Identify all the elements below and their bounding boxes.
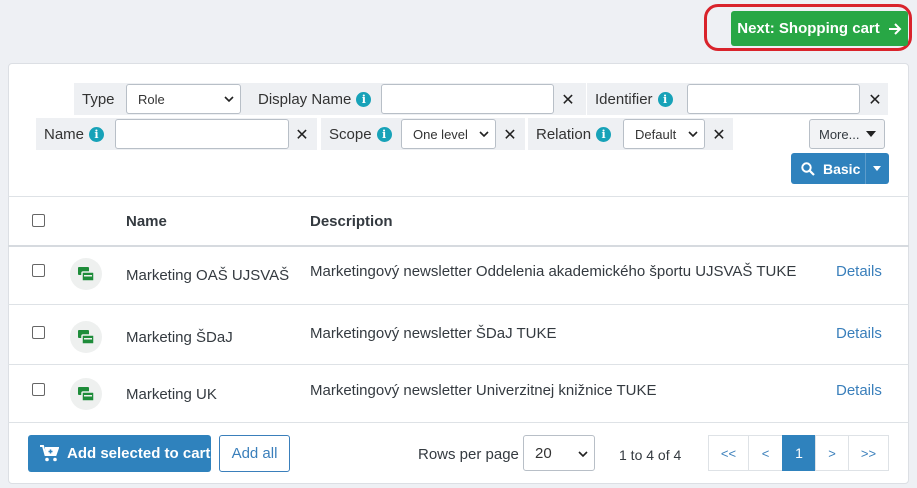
- info-icon[interactable]: i: [596, 126, 612, 142]
- role-icon: [70, 258, 102, 290]
- row-name: Marketing UK: [126, 386, 217, 403]
- more-filters-button[interactable]: More...: [809, 119, 885, 149]
- clear-scope-button[interactable]: ✕: [502, 125, 518, 145]
- details-link[interactable]: Details: [836, 325, 882, 342]
- search-icon: [801, 161, 815, 176]
- type-label: Type: [82, 90, 115, 108]
- last-page-button[interactable]: >>: [848, 435, 889, 471]
- clear-identifier-button[interactable]: ✕: [867, 90, 883, 110]
- cart-icon: [40, 445, 59, 462]
- divider: [8, 196, 909, 197]
- relation-label: Relation: [536, 125, 592, 143]
- select-all-checkbox[interactable]: [32, 214, 45, 227]
- header-divider: [8, 245, 909, 247]
- chevron-down-icon: [688, 131, 698, 138]
- chevron-down-icon: [479, 131, 489, 138]
- scope-select[interactable]: One level: [401, 119, 496, 149]
- info-icon[interactable]: i: [376, 126, 392, 142]
- caret-down-icon: [866, 131, 876, 137]
- name-input[interactable]: [115, 119, 289, 149]
- column-header-name[interactable]: Name: [126, 213, 167, 230]
- row-divider: [8, 364, 909, 365]
- row-description: Marketingový newsletter Oddelenia akadem…: [310, 263, 797, 280]
- footer-divider: [8, 422, 909, 423]
- info-icon[interactable]: i: [657, 91, 673, 107]
- identifier-label: Identifier: [595, 90, 653, 108]
- row-divider: [8, 304, 909, 305]
- type-select[interactable]: Role: [126, 84, 241, 114]
- clear-display-name-button[interactable]: ✕: [560, 90, 576, 110]
- details-link[interactable]: Details: [836, 263, 882, 280]
- caret-down-icon[interactable]: [873, 166, 881, 171]
- add-all-label: Add all: [231, 445, 278, 462]
- first-page-button[interactable]: <<: [708, 435, 749, 471]
- relation-select[interactable]: Default: [623, 119, 705, 149]
- row-checkbox[interactable]: [32, 326, 45, 339]
- arrow-right-icon: [888, 22, 902, 35]
- rows-per-page-value: 20: [535, 444, 552, 462]
- add-selected-label: Add selected to cart: [67, 445, 211, 462]
- scope-label: Scope: [329, 125, 372, 143]
- prev-page-button[interactable]: <: [748, 435, 783, 471]
- next-shopping-cart-button[interactable]: Next: Shopping cart: [731, 11, 908, 46]
- add-selected-to-cart-button[interactable]: Add selected to cart: [28, 435, 211, 472]
- row-name: Marketing ŠDaJ: [126, 329, 233, 346]
- pagination-range: 1 to 4 of 4: [619, 447, 682, 463]
- display-name-input[interactable]: [381, 84, 554, 114]
- column-header-description[interactable]: Description: [310, 213, 393, 230]
- role-icon: [70, 321, 102, 353]
- name-label: Name: [44, 125, 85, 143]
- chevron-down-icon: [578, 451, 588, 458]
- row-description: Marketingový newsletter Univerzitnej kni…: [310, 382, 657, 399]
- next-page-button[interactable]: >: [815, 435, 849, 471]
- rows-per-page-label: Rows per page: [418, 446, 519, 463]
- scope-select-value: One level: [413, 126, 468, 142]
- rows-per-page-select[interactable]: 20: [523, 435, 595, 471]
- chevron-down-icon: [224, 96, 234, 103]
- info-icon[interactable]: i: [356, 91, 372, 107]
- display-name-label: Display Name: [258, 90, 352, 108]
- info-icon[interactable]: i: [89, 126, 105, 142]
- pagination: << < 1 > >>: [708, 435, 889, 471]
- role-icon: [70, 378, 102, 410]
- basic-search-button[interactable]: Basic: [791, 153, 889, 184]
- row-name: Marketing OAŠ UJSVAŠ: [126, 267, 290, 284]
- clear-relation-button[interactable]: ✕: [711, 125, 727, 145]
- identifier-input[interactable]: [687, 84, 860, 114]
- next-label: Next: Shopping cart: [737, 20, 880, 37]
- add-all-button[interactable]: Add all: [219, 435, 290, 472]
- row-checkbox[interactable]: [32, 264, 45, 277]
- more-label: More...: [819, 126, 860, 142]
- details-link[interactable]: Details: [836, 382, 882, 399]
- split-divider: [865, 153, 866, 184]
- type-select-value: Role: [138, 91, 165, 107]
- relation-select-value: Default: [635, 126, 677, 142]
- row-checkbox[interactable]: [32, 383, 45, 396]
- basic-label: Basic: [823, 160, 861, 177]
- clear-name-button[interactable]: ✕: [294, 125, 310, 145]
- page-1-button[interactable]: 1: [782, 435, 816, 471]
- row-description: Marketingový newsletter ŠDaJ TUKE: [310, 325, 557, 342]
